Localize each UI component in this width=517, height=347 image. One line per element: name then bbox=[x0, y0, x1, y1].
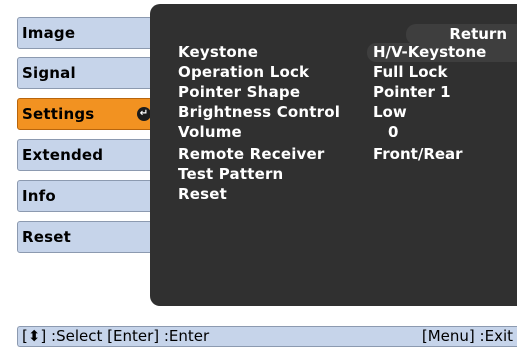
menu-item-label: Test Pattern bbox=[178, 165, 284, 183]
help-select-enter: [⬍] :Select [Enter] :Enter bbox=[22, 327, 210, 345]
menu-item-keystone-value: H/V-Keystone bbox=[373, 43, 487, 61]
return-button-label: Return bbox=[449, 25, 507, 43]
menu-item-remote-receiver[interactable]: Remote Receiver bbox=[178, 145, 325, 164]
tab-image[interactable]: Image bbox=[17, 17, 157, 49]
menu-item-label: Remote Receiver bbox=[178, 145, 325, 163]
menu-item-brightness-control-value: Low bbox=[373, 103, 407, 121]
tab-info[interactable]: Info bbox=[17, 180, 157, 212]
tab-reset[interactable]: Reset bbox=[17, 221, 157, 253]
menu-item-label: Keystone bbox=[178, 43, 259, 61]
menu-item-label: Volume bbox=[178, 123, 242, 141]
enter-return-icon: ↵ bbox=[137, 107, 151, 121]
menu-item-brightness-control[interactable]: Brightness Control bbox=[178, 103, 340, 122]
menu-item-label: Brightness Control bbox=[178, 103, 341, 121]
menu-item-pointer-shape[interactable]: Pointer Shape bbox=[178, 83, 300, 102]
menu-item-volume[interactable]: Volume bbox=[178, 123, 242, 142]
tab-settings-label: Settings bbox=[22, 105, 95, 123]
help-bar: [⬍] :Select [Enter] :Enter [Menu] :Exit bbox=[17, 326, 517, 347]
menu-item-keystone[interactable]: Keystone bbox=[178, 43, 258, 62]
tab-signal[interactable]: Signal bbox=[17, 57, 157, 89]
menu-item-operation-lock-value: Full Lock bbox=[373, 63, 448, 81]
menu-item-label: Operation Lock bbox=[178, 63, 310, 81]
tab-image-label: Image bbox=[22, 24, 76, 42]
tab-extended[interactable]: Extended bbox=[17, 139, 157, 171]
menu-item-test-pattern[interactable]: Test Pattern bbox=[178, 165, 283, 184]
menu-item-pointer-shape-value: Pointer 1 bbox=[373, 83, 451, 101]
projector-menu-screen: Image Signal Settings ↵ Extended Info Re… bbox=[0, 0, 517, 347]
return-button[interactable]: Return bbox=[406, 24, 517, 45]
help-exit: [Menu] :Exit bbox=[421, 327, 513, 345]
tab-info-label: Info bbox=[22, 187, 56, 205]
tab-extended-label: Extended bbox=[22, 146, 104, 164]
menu-item-remote-receiver-value: Front/Rear bbox=[373, 145, 463, 163]
tab-reset-label: Reset bbox=[22, 228, 71, 246]
menu-item-operation-lock[interactable]: Operation Lock bbox=[178, 63, 309, 82]
tab-signal-label: Signal bbox=[22, 64, 76, 82]
menu-item-label: Pointer Shape bbox=[178, 83, 301, 101]
menu-item-reset[interactable]: Reset bbox=[178, 185, 227, 204]
menu-item-volume-value: 0 bbox=[388, 123, 399, 141]
tab-settings[interactable]: Settings ↵ bbox=[17, 98, 157, 130]
menu-item-label: Reset bbox=[178, 185, 227, 203]
